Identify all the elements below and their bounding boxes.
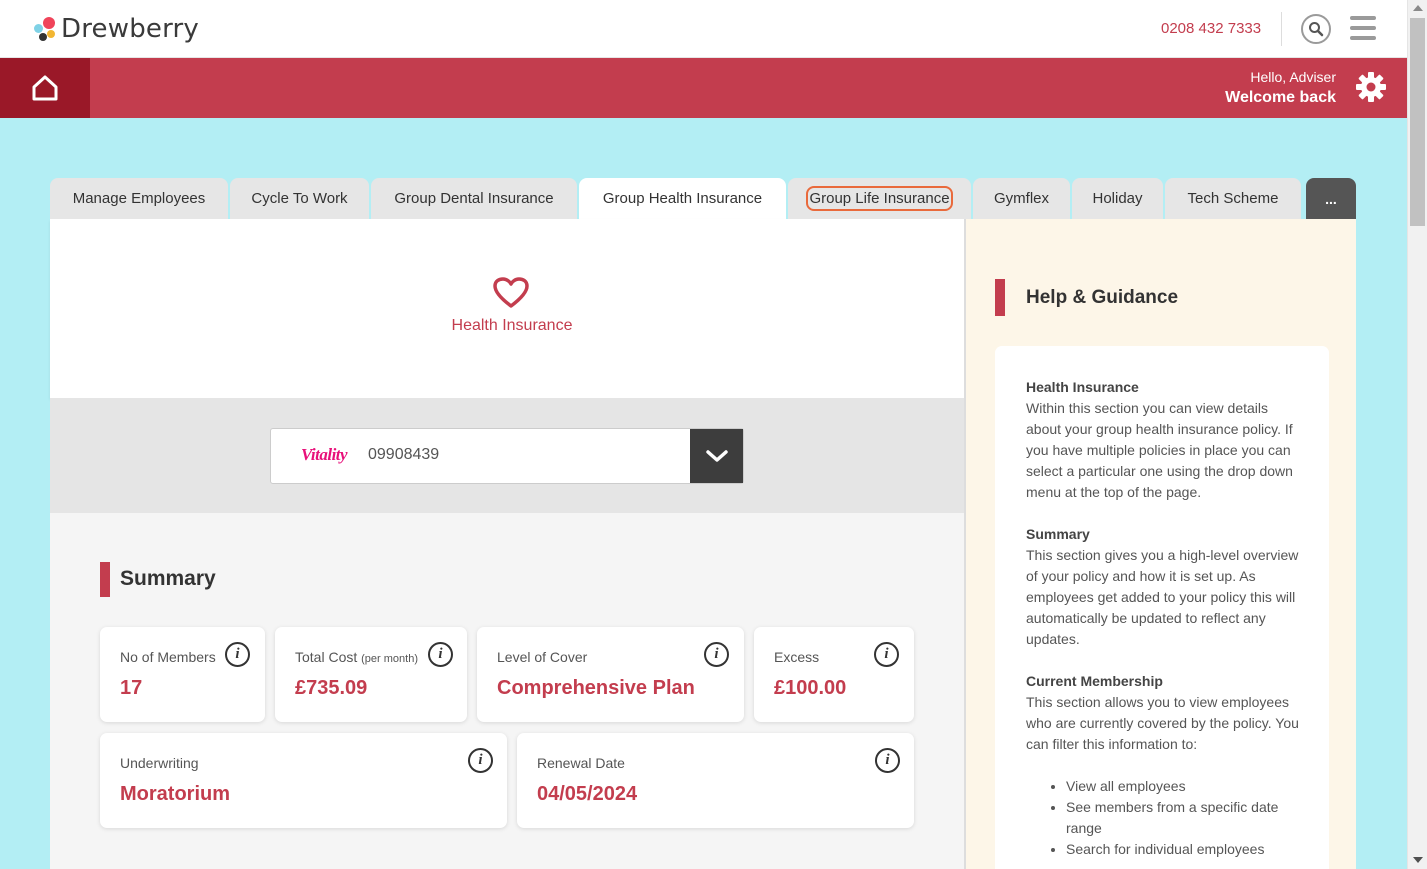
help-heading: Health Insurance bbox=[1026, 379, 1139, 395]
main-panel: Health Insurance Vitality 09908439 Summa… bbox=[50, 219, 964, 869]
card-label: Excess bbox=[774, 649, 820, 665]
help-heading: Current Membership bbox=[1026, 673, 1163, 689]
summary-title: Summary bbox=[120, 567, 216, 590]
logo-dots-icon bbox=[32, 15, 58, 43]
divider bbox=[1281, 12, 1282, 46]
info-icon[interactable]: i bbox=[874, 642, 899, 667]
tab-tech-scheme[interactable]: Tech Scheme bbox=[1165, 178, 1301, 219]
heart-icon bbox=[493, 277, 529, 308]
greeting-text: Hello, Adviser bbox=[1250, 69, 1336, 85]
card-underwriting: Underwriting Moratorium i bbox=[100, 733, 507, 828]
card-label: No of Members bbox=[120, 649, 216, 665]
dropdown-toggle[interactable] bbox=[690, 429, 743, 483]
menu-button[interactable] bbox=[1350, 16, 1376, 40]
drewberry-logo[interactable]: Drewberry bbox=[32, 12, 199, 46]
scroll-up-icon[interactable] bbox=[1413, 5, 1423, 11]
card-value: 17 bbox=[120, 677, 143, 699]
card-value: 04/05/2024 bbox=[537, 783, 638, 805]
search-icon bbox=[1309, 22, 1324, 37]
card-renewal-date: Renewal Date 04/05/2024 i bbox=[517, 733, 914, 828]
hero-label: Health Insurance bbox=[451, 317, 573, 334]
home-icon bbox=[32, 75, 58, 101]
scroll-down-icon[interactable] bbox=[1413, 857, 1423, 863]
help-heading: Summary bbox=[1026, 526, 1090, 542]
tab-gymflex[interactable]: Gymflex bbox=[973, 178, 1070, 219]
info-icon[interactable]: i bbox=[225, 642, 250, 667]
help-text: This section allows you to view employee… bbox=[1026, 694, 1299, 752]
card-value: Comprehensive Plan bbox=[497, 677, 695, 699]
card-total-cost: Total Cost (per month) £735.09 i bbox=[275, 627, 467, 722]
greeting: Hello, Adviser Welcome back bbox=[1225, 69, 1336, 107]
user-bar: Hello, Adviser Welcome back bbox=[0, 58, 1407, 118]
top-header: Drewberry 0208 432 7333 bbox=[0, 0, 1407, 58]
list-item: See members from a specific date range bbox=[1066, 797, 1299, 839]
tab-group-dental-insurance[interactable]: Group Dental Insurance bbox=[371, 178, 577, 219]
welcome-text: Welcome back bbox=[1225, 89, 1336, 106]
list-item: Search for individual employees bbox=[1066, 839, 1299, 860]
tab-manage-employees[interactable]: Manage Employees bbox=[50, 178, 228, 219]
policy-select-band: Vitality 09908439 bbox=[50, 398, 964, 513]
card-members: No of Members 17 i bbox=[100, 627, 265, 722]
help-content: Health Insurance Within this section you… bbox=[995, 346, 1329, 869]
chevron-down-icon bbox=[705, 450, 728, 462]
card-label: Underwriting bbox=[120, 755, 199, 771]
home-button[interactable] bbox=[0, 58, 90, 118]
help-title: Help & Guidance bbox=[1026, 287, 1179, 308]
tab-holiday[interactable]: Holiday bbox=[1072, 178, 1163, 219]
info-icon[interactable]: i bbox=[875, 748, 900, 773]
policy-select[interactable]: Vitality 09908439 bbox=[270, 428, 744, 484]
vitality-logo: Vitality bbox=[301, 445, 348, 464]
brand-name: Drewberry bbox=[61, 14, 200, 44]
card-label: Total Cost (per month) bbox=[295, 649, 418, 665]
help-text: Within this section you can view details… bbox=[1026, 400, 1293, 500]
settings-button[interactable] bbox=[1355, 71, 1387, 108]
help-text: This section gives you a high-level over… bbox=[1026, 547, 1299, 647]
card-value: £735.09 bbox=[295, 677, 368, 699]
card-level-of-cover: Level of Cover Comprehensive Plan i bbox=[477, 627, 744, 722]
tab-cycle-to-work[interactable]: Cycle To Work bbox=[230, 178, 369, 219]
product-hero: Health Insurance bbox=[50, 219, 964, 398]
page-scrollbar[interactable] bbox=[1407, 0, 1427, 869]
help-accent-bar bbox=[995, 279, 1005, 316]
policy-number: 09908439 bbox=[368, 446, 440, 463]
info-icon[interactable]: i bbox=[468, 748, 493, 773]
list-item: View all employees bbox=[1066, 776, 1299, 797]
help-panel: Help & Guidance Health Insurance Within … bbox=[964, 219, 1356, 869]
card-label: Renewal Date bbox=[537, 755, 625, 771]
gear-icon bbox=[1356, 72, 1386, 102]
search-button[interactable] bbox=[1301, 14, 1331, 44]
tab-group-life-insurance[interactable]: Group Life Insurance bbox=[788, 178, 971, 219]
card-excess: Excess £100.00 i bbox=[754, 627, 914, 722]
help-list: View all employees See members from a sp… bbox=[1066, 776, 1299, 860]
card-label: Level of Cover bbox=[497, 649, 588, 665]
scroll-thumb[interactable] bbox=[1410, 18, 1425, 226]
card-value: £100.00 bbox=[774, 677, 847, 699]
phone-link[interactable]: 0208 432 7333 bbox=[1161, 20, 1261, 37]
card-value: Moratorium bbox=[120, 783, 230, 805]
info-icon[interactable]: i bbox=[704, 642, 729, 667]
info-icon[interactable]: i bbox=[428, 642, 453, 667]
tab-more[interactable]: ... bbox=[1306, 178, 1356, 219]
tab-group-health-insurance[interactable]: Group Health Insurance bbox=[579, 178, 786, 219]
summary-accent-bar bbox=[100, 562, 110, 597]
